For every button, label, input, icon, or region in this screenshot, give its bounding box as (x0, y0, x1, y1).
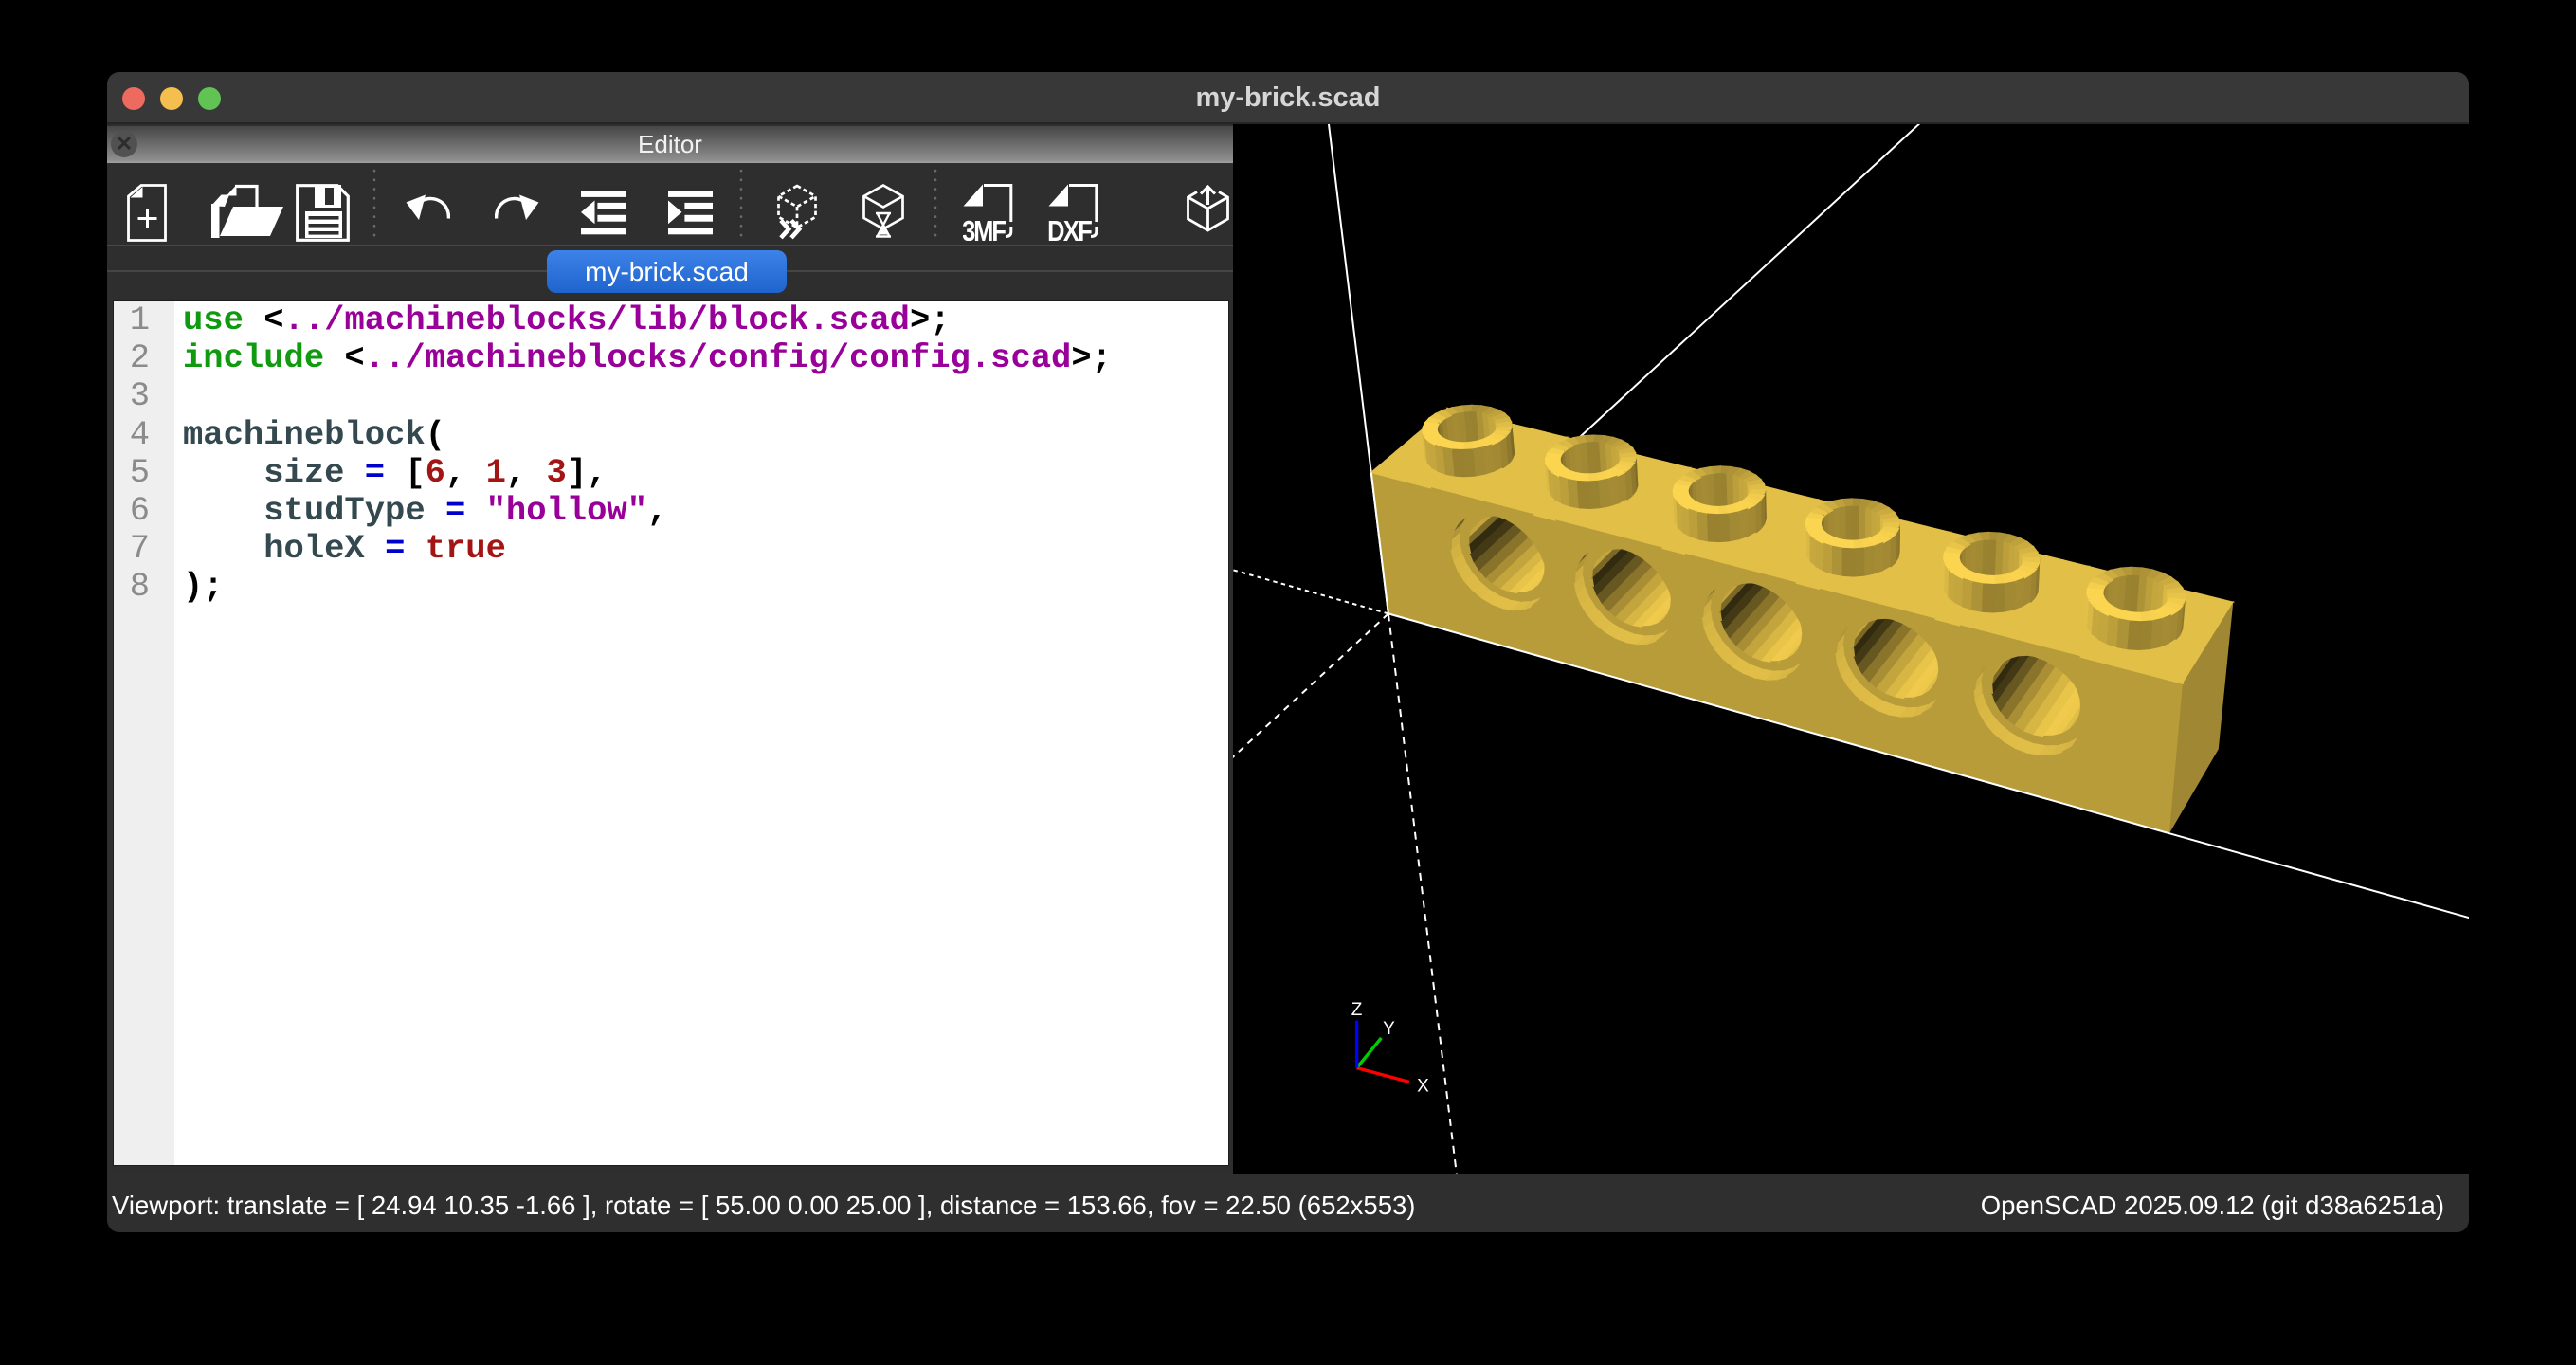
svg-text:X: X (1417, 1077, 1429, 1097)
svg-text:Z: Z (1351, 1000, 1363, 1020)
svg-text:Y: Y (1383, 1019, 1395, 1039)
